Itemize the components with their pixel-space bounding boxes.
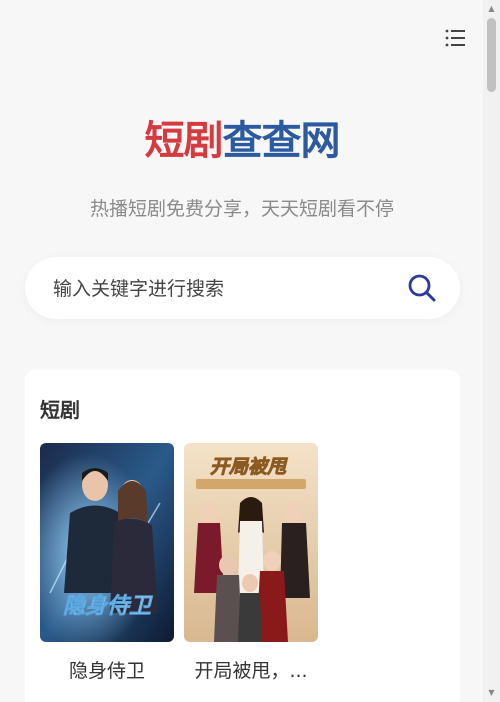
poster-title-text: 开局被甩 — [210, 456, 288, 478]
drama-poster[interactable]: 隐身侍卫 — [40, 443, 174, 642]
menu-list-icon[interactable] — [444, 27, 468, 49]
drama-title[interactable]: 开局被甩，... — [184, 656, 318, 683]
search-icon[interactable] — [407, 273, 437, 303]
search-box — [25, 257, 460, 321]
scroll-down-arrow-icon[interactable]: ▼ — [483, 686, 500, 700]
drama-title[interactable]: 隐身侍卫 — [40, 656, 174, 683]
scrollbar[interactable]: ▲ ▼ — [483, 0, 500, 702]
scroll-up-arrow-icon[interactable]: ▲ — [483, 2, 500, 16]
logo-part-blue: 查查网 — [222, 118, 341, 164]
drama-item[interactable]: 开局被甩 开局被甩，... — [184, 443, 318, 683]
search-input[interactable] — [51, 257, 395, 321]
site-slogan: 热播短剧免费分享，天天短剧看不停 — [89, 198, 394, 220]
logo-part-red: 短剧 — [144, 118, 224, 164]
section-title: 短剧 — [40, 398, 80, 422]
site-logo[interactable]: 短剧查查网 — [0, 108, 484, 166]
drama-section-card: 短剧 隐身侍卫 隐身侍卫 开局被甩 开局被甩，... — [25, 370, 460, 702]
scrollbar-thumb[interactable] — [487, 18, 496, 92]
drama-item[interactable]: 隐身侍卫 隐身侍卫 — [40, 443, 174, 683]
drama-poster[interactable]: 开局被甩 — [184, 443, 318, 642]
page: 短剧查查网 热播短剧免费分享，天天短剧看不停 短剧 — [0, 0, 500, 702]
poster-title-text: 隐身侍卫 — [63, 594, 153, 619]
